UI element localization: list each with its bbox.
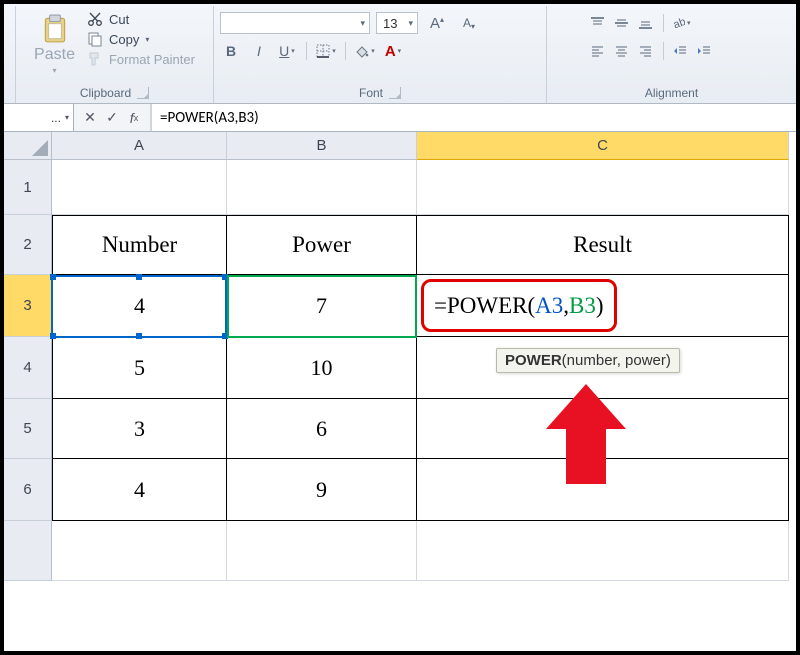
- row-header-7[interactable]: [4, 521, 52, 581]
- group-clipboard: Paste ▾ Cut Copy ▾ Format Painter C: [16, 6, 214, 103]
- align-bottom-icon: [638, 16, 653, 30]
- ribbon-edge: [4, 6, 16, 103]
- scissors-icon: [87, 11, 103, 27]
- select-all-corner[interactable]: [4, 132, 52, 160]
- row-header-2[interactable]: 2: [4, 215, 52, 275]
- increase-indent-icon: [697, 44, 712, 58]
- cell-b4[interactable]: 10: [227, 337, 417, 399]
- clipboard-group-label: Clipboard: [80, 86, 131, 100]
- cell-b5[interactable]: 6: [227, 399, 417, 459]
- cell-b2[interactable]: Power: [227, 215, 417, 275]
- align-right-button[interactable]: [635, 40, 657, 62]
- row-header-5[interactable]: 5: [4, 399, 52, 459]
- align-top-button[interactable]: [587, 12, 609, 34]
- cell-b6[interactable]: 9: [227, 459, 417, 521]
- cell-a4[interactable]: 5: [52, 337, 227, 399]
- row-header-6[interactable]: 6: [4, 459, 52, 521]
- cell-b3[interactable]: 7: [227, 275, 417, 337]
- italic-button[interactable]: I: [248, 40, 270, 62]
- cell-a2[interactable]: Number: [52, 215, 227, 275]
- annotation-arrow: [566, 384, 626, 484]
- orientation-icon: ab: [671, 16, 685, 30]
- row-header-1[interactable]: 1: [4, 160, 52, 215]
- chevron-down-icon: ▾: [360, 18, 365, 29]
- align-middle-button[interactable]: [611, 12, 633, 34]
- cell-c7[interactable]: [417, 521, 789, 581]
- name-box[interactable]: ...▾: [4, 104, 74, 131]
- align-left-button[interactable]: [587, 40, 609, 62]
- enter-formula-button[interactable]: ✓: [102, 108, 122, 128]
- font-color-button[interactable]: A▾: [382, 40, 404, 62]
- border-icon: [316, 44, 330, 58]
- cut-label: Cut: [109, 12, 129, 27]
- cancel-formula-button[interactable]: ✕: [80, 108, 100, 128]
- font-size-combo[interactable]: 13 ▾: [376, 12, 418, 34]
- formula-input[interactable]: =POWER(A3,B3): [151, 104, 796, 131]
- group-alignment: ab▾ Alignment: [547, 6, 796, 103]
- brush-icon: [87, 51, 103, 67]
- copy-label: Copy: [109, 32, 139, 47]
- col-header-b[interactable]: B: [227, 132, 417, 160]
- font-name-combo[interactable]: ▾: [220, 12, 370, 34]
- row-header-3[interactable]: 3: [4, 275, 52, 337]
- cell-a3[interactable]: 4: [52, 275, 227, 337]
- active-formula-display: =POWER(A3,B3): [421, 279, 617, 332]
- cut-button[interactable]: Cut: [83, 10, 199, 28]
- ribbon: Paste ▾ Cut Copy ▾ Format Painter C: [4, 4, 796, 104]
- cell-a1[interactable]: [52, 160, 227, 215]
- fill-color-button[interactable]: ▾: [354, 40, 376, 62]
- align-bottom-button[interactable]: [635, 12, 657, 34]
- align-middle-icon: [614, 16, 629, 30]
- alignment-group-label: Alignment: [645, 86, 698, 100]
- bold-button[interactable]: B: [220, 40, 242, 62]
- function-tooltip: POWER(number, power): [496, 348, 680, 373]
- align-center-button[interactable]: [611, 40, 633, 62]
- underline-button[interactable]: U▾: [276, 40, 298, 62]
- copy-button[interactable]: Copy ▾: [83, 30, 199, 48]
- formula-bar: ...▾ ✕ ✓ fx =POWER(A3,B3): [4, 104, 796, 132]
- orientation-button[interactable]: ab▾: [670, 12, 692, 34]
- bucket-icon: [355, 44, 369, 58]
- paste-icon: [42, 14, 68, 44]
- chevron-down-icon: ▾: [408, 18, 413, 29]
- align-left-icon: [590, 44, 605, 58]
- decrease-indent-button[interactable]: [670, 40, 692, 62]
- chevron-down-icon: ▾: [65, 113, 69, 122]
- format-painter-label: Format Painter: [109, 52, 195, 67]
- font-color-letter: A: [385, 43, 396, 60]
- font-group-label: Font: [359, 86, 383, 100]
- col-header-a[interactable]: A: [52, 132, 227, 160]
- align-top-icon: [590, 16, 605, 30]
- cell-c2[interactable]: Result: [417, 215, 789, 275]
- cell-c3[interactable]: =POWER(A3,B3): [417, 275, 789, 337]
- font-size-value: 13: [383, 16, 397, 31]
- align-center-icon: [614, 44, 629, 58]
- insert-function-button[interactable]: fx: [124, 108, 144, 128]
- increase-indent-button[interactable]: [694, 40, 716, 62]
- cell-b1[interactable]: [227, 160, 417, 215]
- font-launcher[interactable]: [389, 87, 401, 99]
- cell-c1[interactable]: [417, 160, 789, 215]
- row-header-4[interactable]: 4: [4, 337, 52, 399]
- group-font: ▾ 13 ▾ A▴ A▾ B I U▾ ▾ ▾ A▾ Font: [214, 6, 547, 103]
- paste-button[interactable]: Paste ▾: [30, 8, 79, 81]
- cell-a7[interactable]: [52, 521, 227, 581]
- spreadsheet-grid[interactable]: A B C 1 2 Number Power Result 3 4 7 =POW…: [4, 132, 796, 603]
- borders-button[interactable]: ▾: [315, 40, 337, 62]
- clipboard-launcher[interactable]: [137, 87, 149, 99]
- cell-b7[interactable]: [227, 521, 417, 581]
- align-right-icon: [638, 44, 653, 58]
- shrink-font-button[interactable]: A▾: [456, 12, 482, 34]
- format-painter-button[interactable]: Format Painter: [83, 50, 199, 68]
- cell-a5[interactable]: 3: [52, 399, 227, 459]
- col-header-c[interactable]: C: [417, 132, 789, 160]
- cell-a6[interactable]: 4: [52, 459, 227, 521]
- grow-font-button[interactable]: A▴: [424, 12, 450, 34]
- svg-text:ab: ab: [671, 16, 685, 30]
- copy-icon: [87, 31, 103, 47]
- paste-label: Paste: [34, 46, 75, 64]
- decrease-indent-icon: [673, 44, 688, 58]
